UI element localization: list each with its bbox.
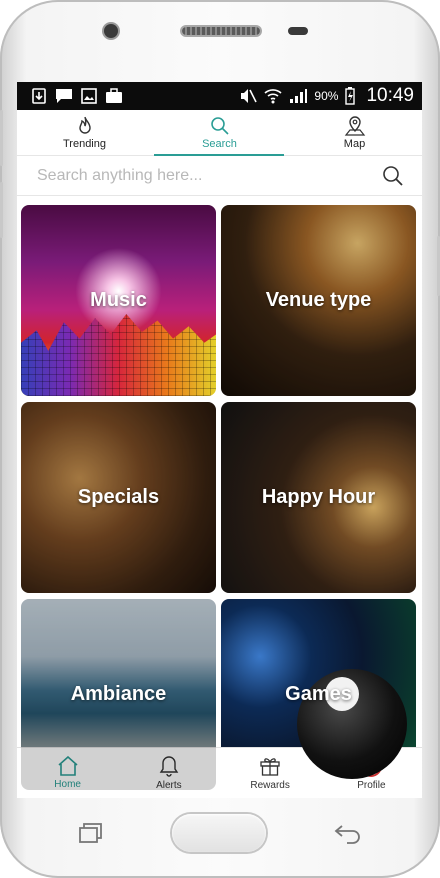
mute-icon xyxy=(241,89,258,103)
battery-icon xyxy=(345,87,356,105)
nav-rewards[interactable]: Rewards xyxy=(220,748,321,798)
category-tile-ambiance[interactable]: Ambiance xyxy=(21,599,216,790)
active-tab-indicator xyxy=(154,154,284,156)
earpiece-speaker xyxy=(182,27,260,35)
front-camera xyxy=(104,24,118,38)
tab-search-label: Search xyxy=(202,138,237,150)
category-tile-music[interactable]: Music xyxy=(21,205,216,396)
battery-percent: 90% xyxy=(314,89,339,103)
category-tile-happy-hour[interactable]: Happy Hour xyxy=(221,402,416,593)
search-bar xyxy=(17,156,422,196)
tab-trending-label: Trending xyxy=(62,138,106,150)
volume-button-lower xyxy=(0,182,3,238)
tab-map-label: Map xyxy=(343,138,366,150)
category-tile-venue-type[interactable]: Venue type xyxy=(221,205,416,396)
message-icon xyxy=(56,89,72,103)
category-label: Happy Hour xyxy=(261,486,376,508)
category-label: Games xyxy=(285,683,352,705)
wifi-icon xyxy=(264,89,282,104)
map-pin-icon xyxy=(344,116,365,136)
back-button[interactable] xyxy=(334,822,362,844)
category-tile-specials[interactable]: Specials xyxy=(21,402,216,593)
status-right-icons: 90% 10:49 xyxy=(239,85,414,107)
briefcase-icon xyxy=(106,88,122,103)
hardware-home-button[interactable] xyxy=(172,814,266,852)
tab-map[interactable]: Map xyxy=(287,110,422,155)
flame-icon xyxy=(78,116,91,134)
category-label: Venue type xyxy=(265,289,372,311)
volume-button xyxy=(0,110,3,166)
search-input[interactable] xyxy=(35,165,382,186)
equalizer-graphic xyxy=(21,314,216,396)
nav-rewards-label: Rewards xyxy=(250,780,290,791)
proximity-sensor xyxy=(288,27,308,35)
screen: 90% 10:49 Trending Search Map Search any… xyxy=(17,82,422,798)
signal-icon xyxy=(290,89,308,103)
status-left-icons xyxy=(31,88,123,104)
category-label: Specials xyxy=(77,486,160,508)
phone-frame: 90% 10:49 Trending Search Map Search any… xyxy=(0,0,440,878)
status-bar: 90% 10:49 xyxy=(17,82,422,110)
recent-apps-button[interactable] xyxy=(78,822,104,844)
category-grid: Music Venue type Specials Happy Hour Amb… xyxy=(21,205,417,790)
image-icon xyxy=(81,88,97,104)
top-tab-bar: Trending Search Map xyxy=(17,110,422,156)
search-icon xyxy=(210,117,229,135)
search-icon[interactable] xyxy=(382,165,404,187)
nav-profile-label: Profile xyxy=(357,780,386,791)
tab-trending[interactable]: Trending xyxy=(17,110,152,155)
status-time: 10:49 xyxy=(366,85,414,106)
category-label: Ambiance xyxy=(70,683,167,705)
category-label: Music xyxy=(90,289,147,311)
download-icon xyxy=(32,88,46,104)
gift-icon xyxy=(260,758,280,776)
tab-search[interactable]: Search xyxy=(152,110,287,155)
